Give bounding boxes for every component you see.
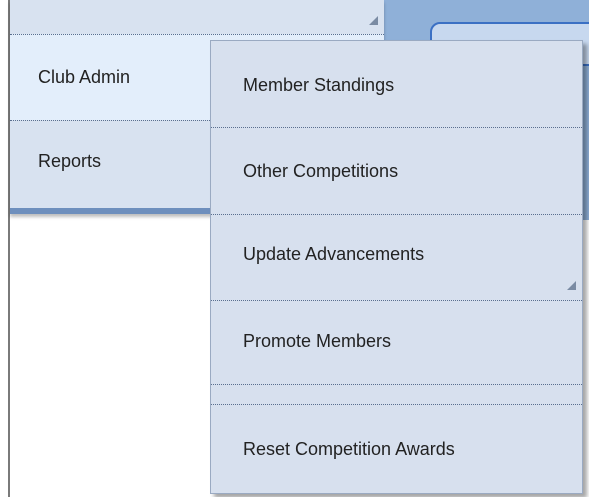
submenu-item-label: Other Competitions: [243, 161, 399, 181]
resize-grip-icon[interactable]: [369, 16, 378, 25]
resize-grip-icon[interactable]: [567, 281, 576, 290]
submenu-divider: [211, 384, 582, 385]
submenu-item-member-standings[interactable]: Member Standings: [211, 41, 582, 127]
menu-item-label: Reports: [38, 151, 102, 171]
submenu-item-label: Update Advancements: [243, 244, 425, 264]
menu-item-label: Club Admin: [38, 67, 131, 87]
submenu-item-update-advancements[interactable]: Update Advancements: [211, 215, 582, 301]
submenu-item-label: Promote Members: [243, 331, 392, 351]
submenu-item-label: Reset Competition Awards: [243, 439, 455, 459]
submenu-item-other-competitions[interactable]: Other Competitions: [211, 128, 582, 214]
club-admin-submenu: Member Standings Other Competitions Upda…: [210, 40, 583, 494]
submenu-item-reset-competition-awards[interactable]: Reset Competition Awards: [211, 405, 582, 493]
submenu-item-promote-members[interactable]: Promote Members: [211, 301, 582, 385]
submenu-item-label: Member Standings: [243, 75, 395, 95]
main-menu-header: [10, 0, 384, 34]
